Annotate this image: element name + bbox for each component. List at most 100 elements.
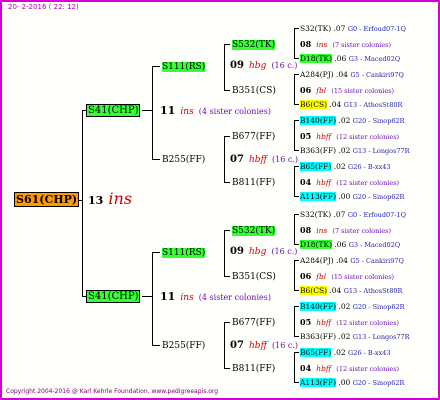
leaf-code: B6(CS) xyxy=(300,100,328,109)
sister-colonies: (15 sister colonies) xyxy=(331,87,395,95)
queen-code: S532(TK) xyxy=(232,226,276,236)
queen-ins: hbff xyxy=(316,364,332,373)
queen-l2: B811(FF) xyxy=(232,174,275,189)
leaf-location: G20 - Sinop62R xyxy=(352,117,405,125)
leaf-queen: D18(TK) .06 G3 - Maced02Q xyxy=(300,50,400,65)
leaf-queen: A113(FF) .00 G20 - Sinop62R xyxy=(300,374,404,389)
queen-code: B811(FF) xyxy=(232,364,276,374)
queen-year: 04 xyxy=(300,363,312,373)
sister-colonies: (7 sister colonies) xyxy=(332,227,392,235)
queen-l1-year: 11 ins (4 sister colonies) xyxy=(160,289,271,304)
queen-ins: hbff xyxy=(316,132,332,141)
leaf-code: S32(TK) xyxy=(300,210,332,219)
leaf-code: D18(TK) xyxy=(300,54,333,63)
leaf-year: .06 xyxy=(332,54,349,63)
queen-ins: fbl xyxy=(316,272,327,281)
root-year-value: 13 xyxy=(88,194,104,207)
leaf-location: G13 - Longos77R xyxy=(352,333,410,341)
queen-l2: B677(FF) xyxy=(232,128,275,143)
leaf-queen: B65(FF) .02 G26 - B-xx43 xyxy=(300,158,391,173)
queen-l1: S41(CHP) xyxy=(86,102,141,117)
queen-code: B351(CS) xyxy=(232,86,276,96)
leaf-queen: B65(FF) .02 G26 - B-xx43 xyxy=(300,344,391,359)
queen-ins: ins xyxy=(180,107,194,117)
leaf-queen: A284(PJ) .04 G5 - Cankiri97Q xyxy=(300,66,404,81)
queen-code: B811(FF) xyxy=(232,178,276,188)
leaf-queen: B363(FF) .02 G13 - Longos77R xyxy=(300,142,410,157)
queen-l3: 05 hbff (12 sister colonies) xyxy=(300,314,399,329)
leaf-year: .04 xyxy=(327,100,344,109)
sister-colonies: (12 sister colonies) xyxy=(336,133,400,141)
leaf-location: G20 - Sinop62R xyxy=(352,193,405,201)
queen-code: B677(FF) xyxy=(232,132,276,142)
leaf-location: G5 - Cankiri97Q xyxy=(350,71,404,79)
leaf-code: B140(FF) xyxy=(300,116,337,125)
leaf-queen: A284(PJ) .04 G5 - Cankiri97Q xyxy=(300,252,404,267)
queen-l2: B255(FF) xyxy=(162,151,205,166)
leaf-year: .00 xyxy=(336,378,353,387)
leaf-code: B363(FF) xyxy=(300,332,337,341)
pedigree-tree: S61(CHP) 13 ins S41(CHP) 11 ins (4 sister c… xyxy=(2,2,438,398)
leaf-year: .06 xyxy=(332,240,349,249)
sister-colonies: (12 sister colonies) xyxy=(336,179,400,187)
leaf-location: G3 - Maced02Q xyxy=(348,241,401,249)
sister-colonies: (12 sister colonies) xyxy=(336,319,400,327)
queen-code: S41(CHP) xyxy=(86,290,141,303)
leaf-location: G13 - AthosSt80R xyxy=(343,101,403,109)
queen-year: 07 xyxy=(230,154,244,165)
queen-l3: 06 fbl (15 sister colonies) xyxy=(300,82,394,97)
sister-colonies: (16 c.) xyxy=(271,247,298,256)
queen-l2-year: 09 hbg (16 c.) xyxy=(230,57,297,72)
queen-l3: 08 ins (7 sister colonies) xyxy=(300,222,391,237)
leaf-year: .07 xyxy=(331,24,348,33)
queen-l2-year: 09 hbg (16 c.) xyxy=(230,243,297,258)
leaf-queen: A113(FF) .00 G20 - Sinop62R xyxy=(300,188,404,203)
queen-code: B255(FF) xyxy=(162,155,206,165)
queen-year: 08 xyxy=(300,39,312,49)
queen-code: B255(FF) xyxy=(162,341,206,351)
leaf-code: B6(CS) xyxy=(300,286,328,295)
sister-colonies: (12 sister colonies) xyxy=(336,365,400,373)
leaf-code: B140(FF) xyxy=(300,302,337,311)
queen-year: 09 xyxy=(230,246,244,257)
queen-year: 09 xyxy=(230,60,244,71)
leaf-location: G3 - Maced02Q xyxy=(348,55,401,63)
leaf-code: A284(PJ) xyxy=(300,256,334,265)
sister-colonies: (15 sister colonies) xyxy=(331,273,395,281)
leaf-year: .02 xyxy=(331,162,349,171)
leaf-queen: B140(FF) .02 G20 - Sinop62R xyxy=(300,298,405,313)
queen-l3: 04 hbff (12 sister colonies) xyxy=(300,174,399,189)
copyright-footer: Copyright 2004-2016 @ Karl Kehrle Founda… xyxy=(6,388,219,395)
leaf-location: G5 - Cankiri97Q xyxy=(350,257,404,265)
leaf-location: G13 - AthosSt80R xyxy=(343,287,403,295)
leaf-year: .02 xyxy=(336,332,353,341)
leaf-year: .00 xyxy=(336,192,353,201)
leaf-year: .07 xyxy=(331,210,348,219)
queen-l2-year: 07 hbff (16 c.) xyxy=(230,337,298,352)
queen-year: 04 xyxy=(300,177,312,187)
leaf-queen: S32(TK) .07 G0 - Erfoud07-1Q xyxy=(300,20,406,35)
leaf-queen: S32(TK) .07 G0 - Erfoud07-1Q xyxy=(300,206,406,221)
leaf-code: A113(FF) xyxy=(300,378,336,387)
leaf-code: A113(FF) xyxy=(300,192,336,201)
sister-colonies: (16 c.) xyxy=(271,61,298,70)
sister-colonies: (4 sister colonies) xyxy=(198,107,271,116)
queen-l2: B811(FF) xyxy=(232,360,275,375)
queen-ins: ins xyxy=(316,226,328,235)
leaf-year: .04 xyxy=(333,70,351,79)
sister-colonies: (16 c.) xyxy=(272,341,299,350)
queen-code: B677(FF) xyxy=(232,318,276,328)
queen-code: S532(TK) xyxy=(232,40,276,50)
leaf-location: G26 - B-xx43 xyxy=(348,349,391,357)
leaf-code: B363(FF) xyxy=(300,146,337,155)
leaf-queen: B6(CS) .04 G13 - AthosSt80R xyxy=(300,282,402,297)
leaf-location: G20 - Sinop62R xyxy=(352,379,405,387)
queen-l2: B677(FF) xyxy=(232,314,275,329)
queen-year: 05 xyxy=(300,131,312,141)
queen-l2-year: 07 hbff (16 c.) xyxy=(230,151,298,166)
queen-ins: hbg xyxy=(249,61,267,71)
leaf-year: .04 xyxy=(333,256,351,265)
leaf-queen: D18(TK) .06 G3 - Maced02Q xyxy=(300,236,400,251)
queen-year: 11 xyxy=(160,104,176,117)
leaf-year: .02 xyxy=(336,146,353,155)
